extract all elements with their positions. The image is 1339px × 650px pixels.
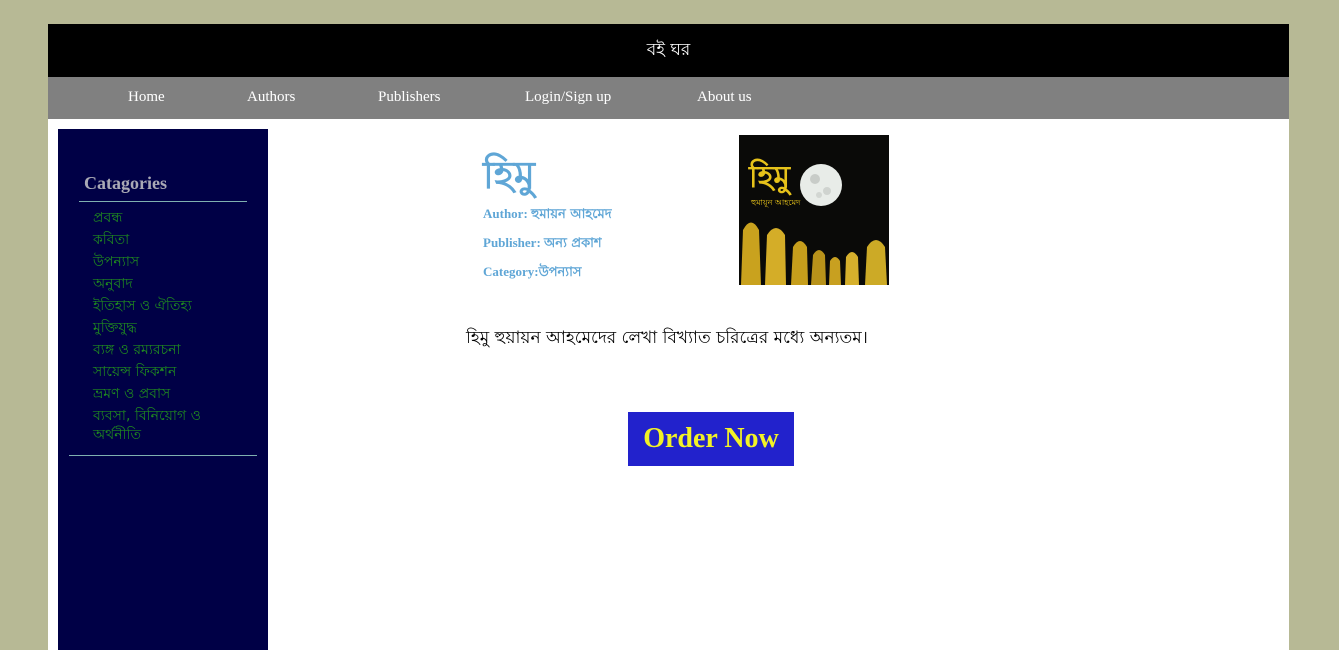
order-now-button[interactable]: Order Now bbox=[628, 412, 794, 466]
categories-heading: Catagories bbox=[84, 173, 167, 193]
cover-title-text: হিমু bbox=[748, 158, 792, 196]
category-item-essay[interactable]: প্রবন্ধ bbox=[93, 207, 233, 229]
category-label: Category: bbox=[483, 264, 539, 279]
book-author-line: Author: হুমায়ন আহমেদ bbox=[483, 205, 612, 226]
category-name[interactable]: উপন্যাস bbox=[539, 265, 582, 280]
category-item-poetry[interactable]: কবিতা bbox=[93, 229, 233, 251]
nav-home-link[interactable]: Home bbox=[128, 77, 165, 117]
publisher-name[interactable]: অন্য প্রকাশ bbox=[544, 236, 602, 251]
categories-divider-bottom bbox=[69, 455, 257, 456]
book-title: হিমু bbox=[483, 153, 535, 197]
category-item-travel[interactable]: ভ্রমণ ও প্রবাস bbox=[93, 383, 233, 405]
category-list: প্রবন্ধ কবিতা উপন্যাস অনুবাদ ইতিহাস ও ঐত… bbox=[93, 207, 233, 445]
category-item-history-heritage[interactable]: ইতিহাস ও ঐতিহ্য bbox=[93, 295, 233, 317]
category-item-business-economics[interactable]: ব্যবসা, বিনিয়োগ ও অর্থনীতি bbox=[93, 407, 233, 445]
book-description: হিমু হুয়ায়ন আহমেদের লেখা বিখ্যাত চরিত্… bbox=[466, 328, 868, 348]
category-item-translation[interactable]: অনুবাদ bbox=[93, 273, 233, 295]
page-container: বই ঘর Home Authors Publishers Login/Sign… bbox=[48, 24, 1289, 650]
cover-author-text: হুমায়ূন আহমেদ bbox=[750, 198, 801, 207]
book-cover-image: হিমু হুমায়ূন আহমেদ bbox=[739, 135, 889, 285]
main-nav: Home Authors Publishers Login/Sign up Ab… bbox=[48, 77, 1289, 119]
nav-publishers-link[interactable]: Publishers bbox=[378, 77, 441, 117]
author-label: Author: bbox=[483, 206, 528, 221]
publisher-label: Publisher: bbox=[483, 235, 541, 250]
nav-login-signup-link[interactable]: Login/Sign up bbox=[525, 77, 611, 117]
book-cover-art: হিমু হুমায়ূন আহমেদ bbox=[739, 135, 889, 285]
book-publisher-line: Publisher: অন্য প্রকাশ bbox=[483, 234, 602, 255]
category-item-science-fiction[interactable]: সায়েন্স ফিকশন bbox=[93, 361, 233, 383]
category-item-novel[interactable]: উপন্যাস bbox=[93, 251, 233, 273]
book-category-line: Category:উপন্যাস bbox=[483, 263, 581, 284]
categories-divider-top bbox=[79, 201, 247, 202]
nav-authors-link[interactable]: Authors bbox=[247, 77, 295, 117]
category-sidebar: Catagories প্রবন্ধ কবিতা উপন্যাস অনুবাদ … bbox=[58, 129, 268, 650]
site-title: বই ঘর bbox=[646, 40, 691, 60]
author-name[interactable]: হুমায়ন আহমেদ bbox=[531, 207, 612, 222]
nav-about-link[interactable]: About us bbox=[697, 77, 752, 117]
category-item-liberation-war[interactable]: মুক্তিযুদ্ধ bbox=[93, 317, 233, 339]
category-item-satire-humor[interactable]: ব্যঙ্গ ও রম্যরচনা bbox=[93, 339, 233, 361]
site-header: বই ঘর bbox=[48, 24, 1289, 77]
